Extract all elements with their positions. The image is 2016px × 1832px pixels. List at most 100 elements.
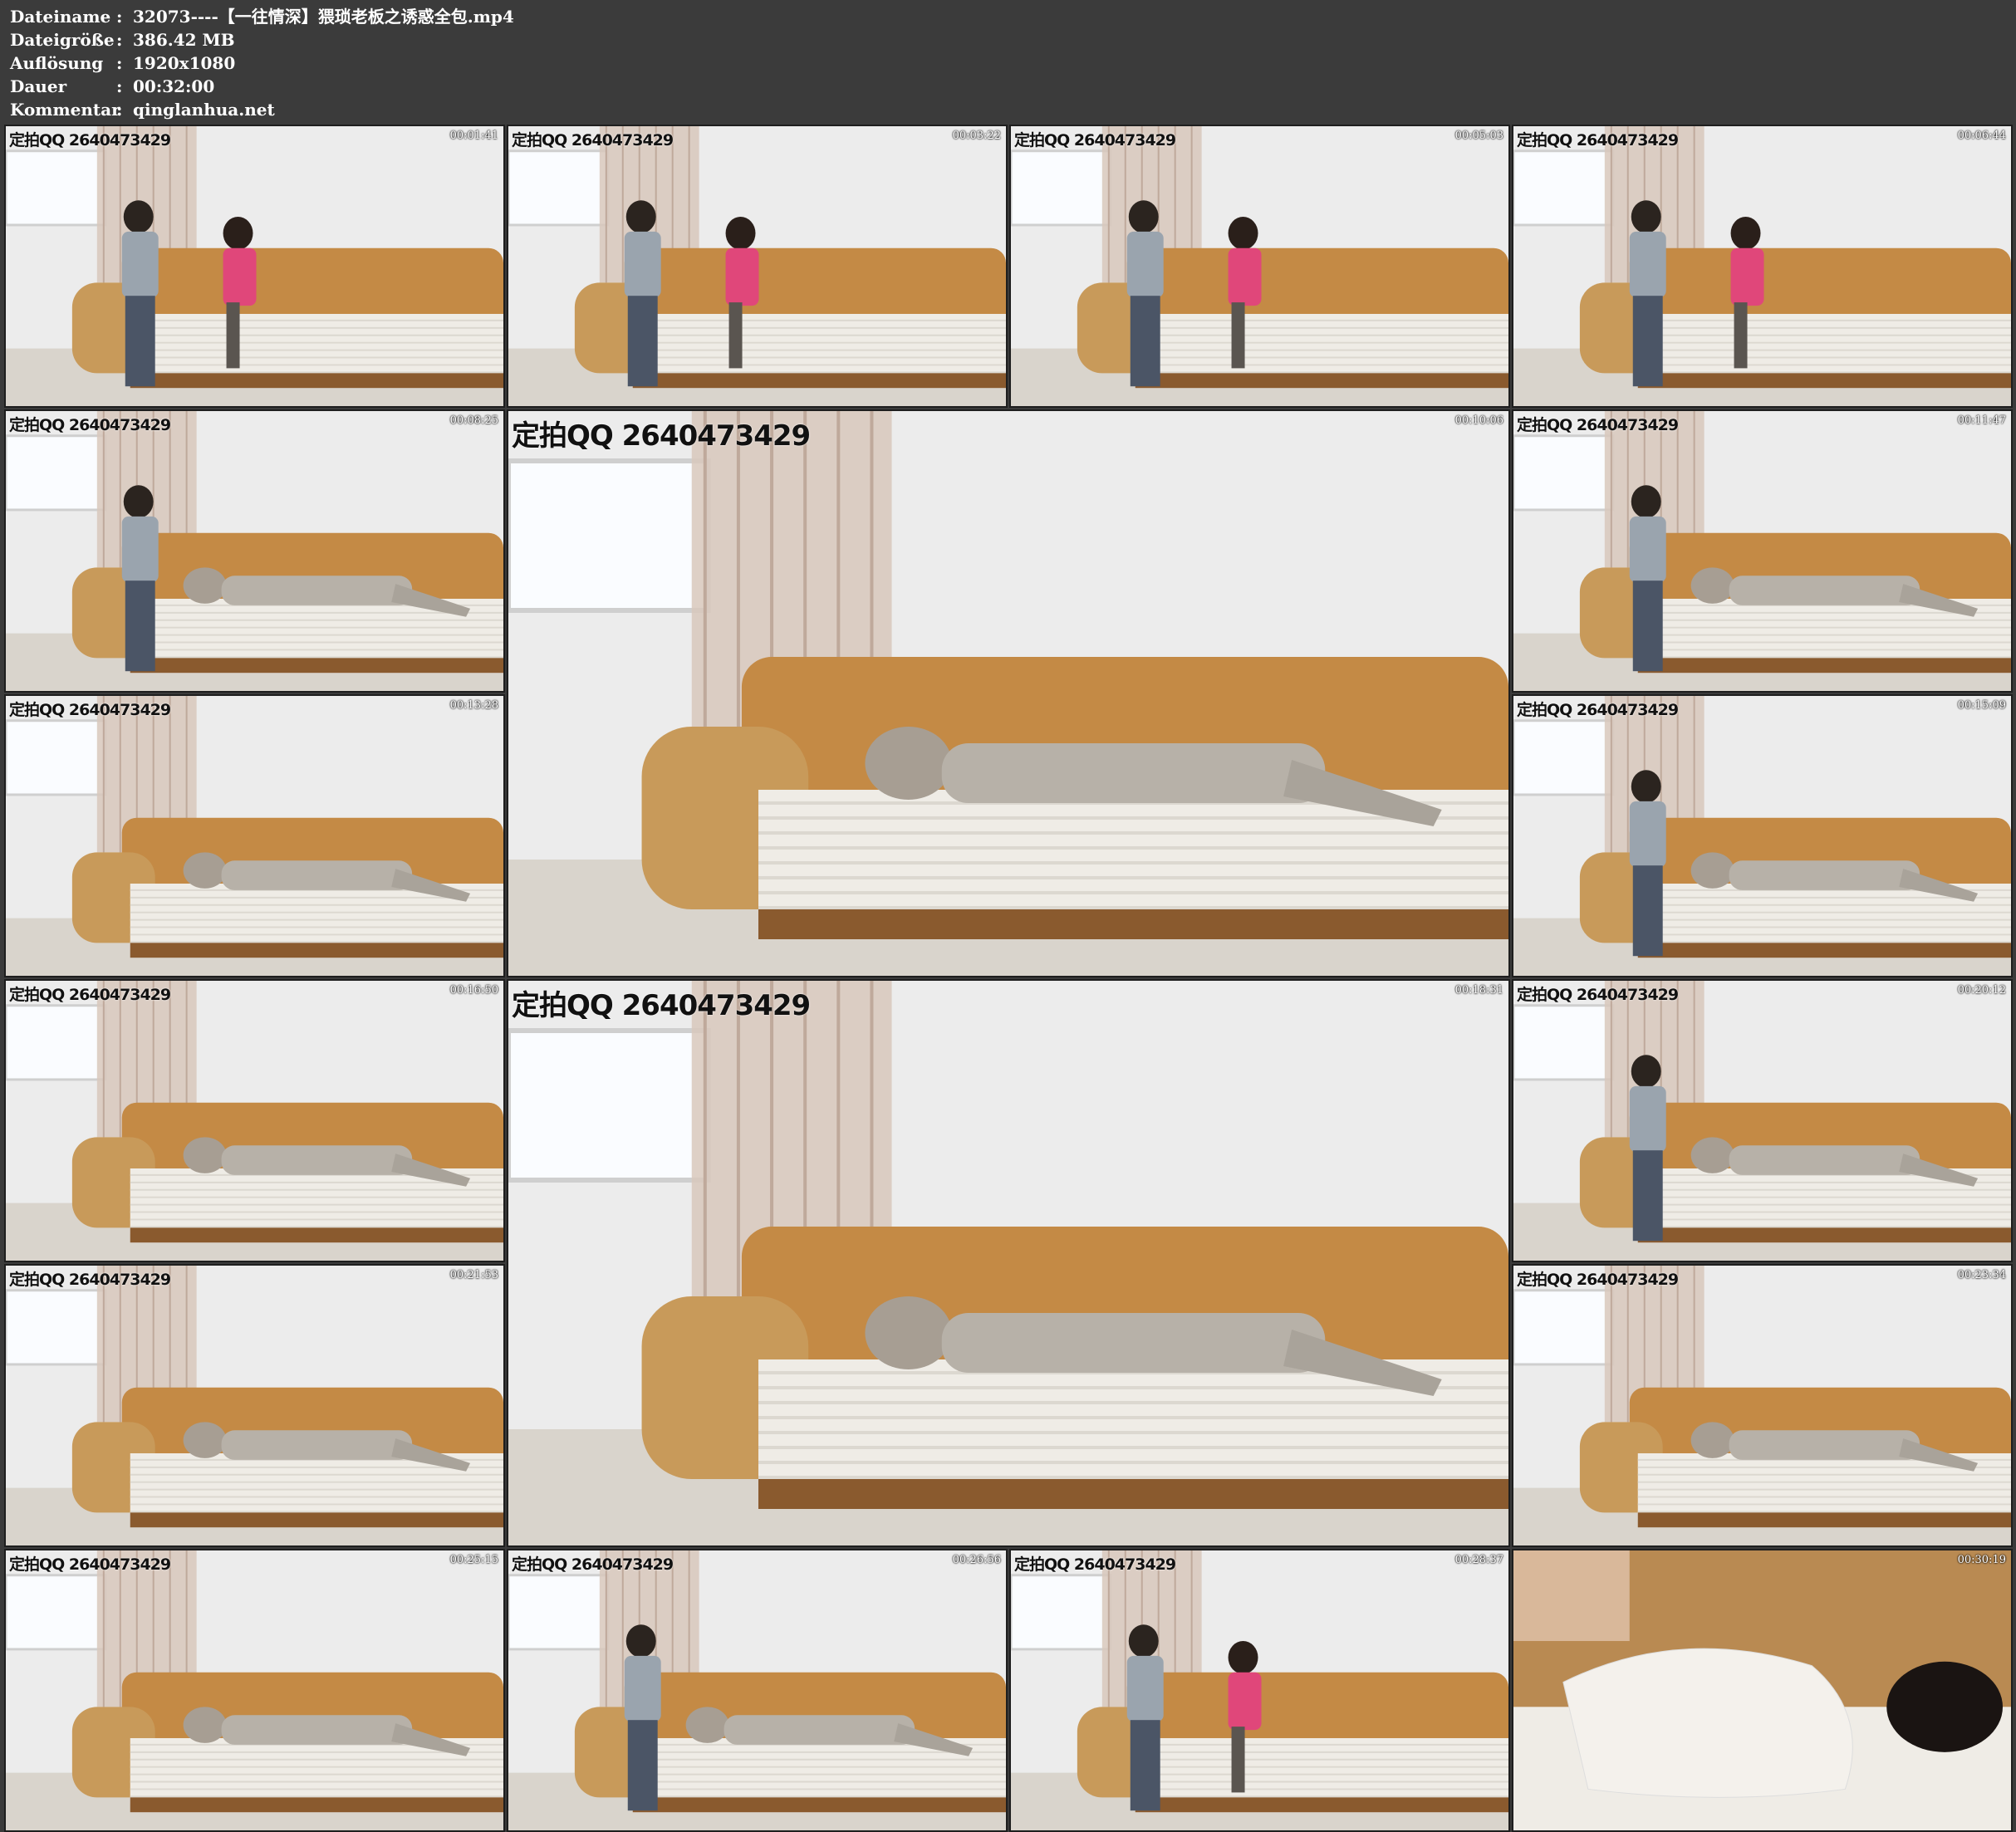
body [1729,576,1920,605]
man-trousers [1632,1150,1663,1242]
watermark-text: 定拍QQ 2640473429 [512,131,674,149]
man-shirt [1126,1655,1164,1722]
sofa-base [1135,1797,1508,1813]
head [1690,852,1734,889]
body [1729,1145,1920,1175]
body [1730,247,1764,306]
watermark-text: 定拍QQ 2640473429 [1014,1555,1176,1574]
video-thumbnail: 定拍QQ 2640473429 00:13:28 [4,694,505,977]
frame-image [1011,126,1508,406]
head [1228,217,1258,250]
filename-key: Dateiname [10,7,111,27]
window [508,1028,711,1183]
body [725,247,759,306]
hair [1886,1661,2004,1752]
man-trousers [1632,865,1663,957]
man-shirt [121,231,159,298]
sofa-seat [1637,313,2011,380]
sofa-base [758,909,1508,939]
sofa-base [1135,373,1508,389]
window [508,458,711,613]
video-thumbnail: 定拍QQ 2640473429 00:10:06 [507,409,1510,977]
sofa-base [1637,658,2011,674]
white-dress [1562,1648,1853,1798]
watermark-text: 定拍QQ 2640473429 [9,1555,171,1574]
duration-value: 00:32:00 [133,76,215,96]
head [1228,1641,1258,1674]
body [221,1715,413,1745]
man-shirt [1629,231,1666,298]
timestamp-label: 00:01:41 [449,130,498,142]
window [1513,1004,1615,1081]
legs [1231,1727,1245,1793]
body [1228,247,1262,306]
man-head [1631,1055,1661,1088]
timestamp-label: 00:16:50 [449,984,498,997]
window [6,1004,107,1081]
head [1730,217,1761,250]
watermark-text: 定拍QQ 2640473429 [512,1555,674,1574]
watermark-text: 定拍QQ 2640473429 [1517,986,1679,1004]
body [941,743,1326,803]
man-trousers [125,580,155,672]
timestamp-label: 00:10:06 [1454,414,1503,427]
sofa-base [130,1797,503,1813]
video-thumbnail: 定拍QQ 2640473429 00:01:41 [4,125,505,408]
video-thumbnail: 定拍QQ 2640473429 00:20:12 [1512,979,2013,1262]
window [6,434,107,512]
man-shirt [624,1655,661,1722]
body [221,1430,413,1460]
separator: : [116,100,123,120]
video-thumbnail: 定拍QQ 2640473429 00:23:34 [1512,1264,2013,1547]
comment-value: qinglanhua.net [133,100,275,120]
file-info-header: Dateiname : 32073----【一往情深】猥琐老板之诱惑全包.mp4… [0,0,2016,125]
thumbnail-grid: 定拍QQ 2640473429 00:01:41 定拍QQ 2640473429 00… [0,125,2016,1832]
man-shirt [1629,801,1666,868]
watermark-text: 定拍QQ 2640473429 [512,419,811,453]
timestamp-label: 00:06:44 [1957,130,2006,142]
head [183,852,227,889]
sofa-base [1637,373,2011,389]
frame-image [1513,126,2011,406]
man-trousers [1632,296,1663,387]
watermark-text: 定拍QQ 2640473429 [9,986,171,1004]
window [6,1574,107,1651]
filesize-value: 386.42 MB [133,30,235,50]
timestamp-label: 00:15:09 [1957,699,2006,712]
frame-image [6,126,503,406]
man-trousers [1632,580,1663,672]
resolution-key: Auflösung [10,53,104,73]
man-trousers [125,296,155,387]
head [183,1707,227,1743]
video-thumbnail: 定拍QQ 2640473429 00:16:50 [4,979,505,1262]
window [6,1289,107,1366]
frame-image [1513,981,2011,1261]
watermark-text: 定拍QQ 2640473429 [1014,131,1176,149]
man-head [1631,770,1661,803]
duration-key: Dauer [10,76,67,96]
frame-image [6,696,503,976]
man-shirt [1126,231,1164,298]
man-shirt [624,231,661,298]
video-thumbnail: 定拍QQ 2640473429 00:25:15 [4,1549,505,1832]
sofa-base [632,373,1006,389]
watermark-text: 定拍QQ 2640473429 [9,131,171,149]
head [865,727,952,800]
sofa-seat [632,313,1006,380]
video-thumbnail: 定拍QQ 2640473429 00:15:09 [1512,694,2013,977]
man-shirt [1629,516,1666,583]
body [941,1313,1326,1373]
sofa-base [130,1227,503,1243]
frame-image [6,1550,503,1830]
man-head [123,200,154,233]
comment-key: Kommentar [10,100,120,120]
video-thumbnail: 定拍QQ 2640473429 00:18:31 [507,979,1510,1547]
sofa-base [1637,1227,2011,1243]
watermark-text: 定拍QQ 2640473429 [1517,701,1679,719]
body [223,247,257,306]
sofa-base [632,1797,1006,1813]
man-head [625,1624,656,1658]
resolution-value: 1920x1080 [133,53,236,73]
body [1228,1672,1262,1731]
separator: : [116,53,123,73]
